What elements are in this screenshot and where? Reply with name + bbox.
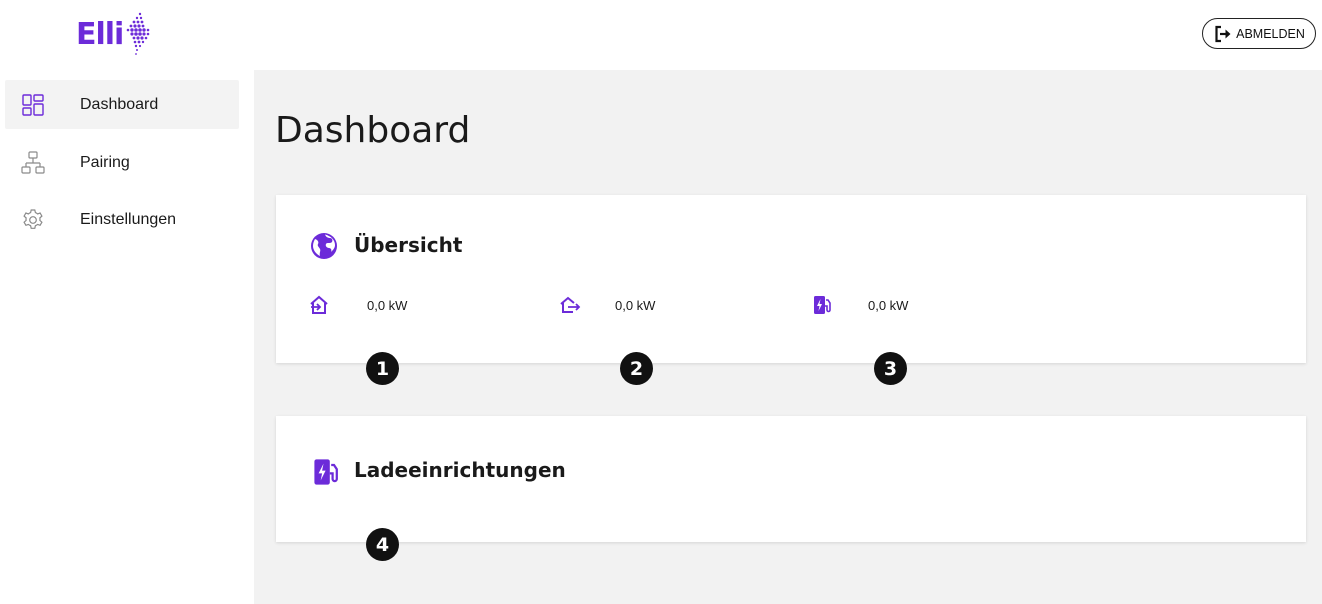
annotation-badge-1: 1 xyxy=(366,352,399,385)
sidebar-item-settings[interactable]: Einstellungen xyxy=(5,195,239,244)
main-content: Dashboard Übersicht 0,0 kW 0,0 kW 0,0 kW… xyxy=(254,70,1322,604)
overview-title: Übersicht xyxy=(354,233,463,257)
charging-station-icon xyxy=(812,294,834,316)
metric-value-charging: 0,0 kW xyxy=(868,298,909,313)
gear-icon xyxy=(21,208,45,232)
overview-card: Übersicht 0,0 kW 0,0 kW 0,0 kW xyxy=(276,195,1306,363)
logout-label: ABMELDEN xyxy=(1236,26,1305,41)
logout-icon xyxy=(1215,25,1231,42)
network-icon xyxy=(21,150,45,175)
elli-logo[interactable]: Elli xyxy=(76,8,151,60)
logo-text: Elli xyxy=(76,16,124,52)
charging-station-icon xyxy=(313,458,341,491)
globe-icon xyxy=(310,232,338,265)
sidebar-item-label: Dashboard xyxy=(80,95,159,113)
sidebar-item-label: Einstellungen xyxy=(80,210,177,228)
metric-value-export: 0,0 kW xyxy=(615,298,656,313)
logo-lightning-mark xyxy=(127,12,150,55)
dashboard-icon xyxy=(21,93,45,117)
grid-export-icon xyxy=(559,294,581,316)
sidebar-item-pairing[interactable]: Pairing xyxy=(5,138,239,187)
chargers-title: Ladeeinrichtungen xyxy=(354,458,566,482)
sidebar-item-label: Pairing xyxy=(80,153,130,171)
page-title: Dashboard xyxy=(275,110,471,151)
grid-import-icon xyxy=(308,294,330,316)
metric-value-import: 0,0 kW xyxy=(367,298,408,313)
chargers-card: Ladeeinrichtungen xyxy=(276,416,1306,542)
sidebar: Dashboard Pairing Einstellungen xyxy=(0,70,254,604)
annotation-badge-2: 2 xyxy=(620,352,653,385)
logout-button[interactable]: ABMELDEN xyxy=(1202,18,1316,49)
sidebar-item-dashboard[interactable]: Dashboard xyxy=(5,80,239,129)
annotation-badge-3: 3 xyxy=(874,352,907,385)
annotation-badge-4: 4 xyxy=(366,528,399,561)
